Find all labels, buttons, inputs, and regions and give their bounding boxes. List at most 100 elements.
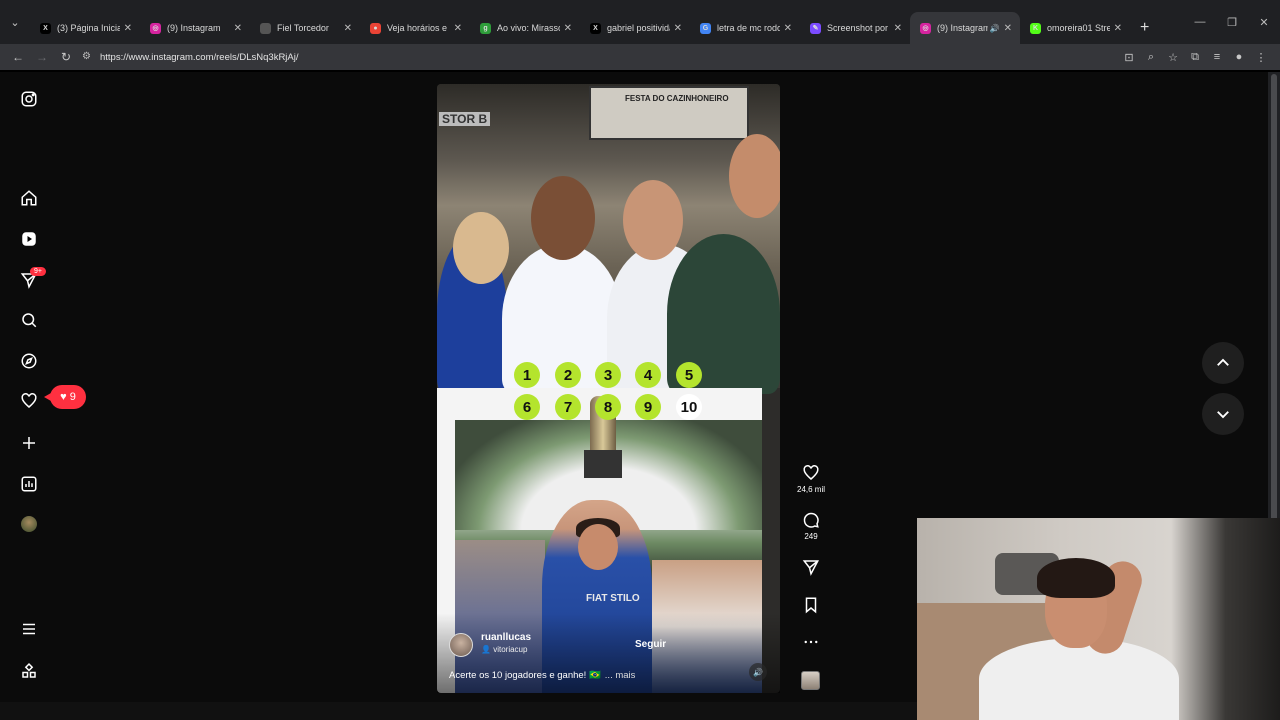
speaker-icon[interactable]: 🔊 xyxy=(749,663,767,681)
webcam-overlay xyxy=(917,518,1280,720)
previous-reel-button[interactable] xyxy=(1202,342,1244,384)
collaborator-row[interactable]: 👤 vitoriacup xyxy=(481,645,527,654)
restore-button[interactable]: ❐ xyxy=(1216,16,1248,29)
save-action[interactable] xyxy=(800,596,822,614)
extensions-icon[interactable]: ⧉ xyxy=(1184,51,1206,64)
tab-close-icon[interactable]: ✕ xyxy=(1114,23,1122,34)
girl-right-head xyxy=(623,180,683,260)
browser-tab[interactable]: ● Veja horários e lo ✕ xyxy=(360,12,470,44)
bookmark-star-icon[interactable]: ☆ xyxy=(1162,51,1184,64)
follow-button[interactable]: Seguir xyxy=(635,639,666,650)
caption-more-link[interactable]: ... mais xyxy=(605,670,636,681)
browser-tab[interactable]: Gletra de mc rodol ✕ xyxy=(690,12,800,44)
browser-tab[interactable]: ✎ Screenshot por Li ✕ xyxy=(800,12,910,44)
tab-favicon-icon: X xyxy=(590,22,601,34)
search-icon[interactable] xyxy=(19,310,39,330)
tab-close-icon[interactable]: ✕ xyxy=(564,23,572,34)
profile-icon[interactable]: ● xyxy=(1228,51,1250,63)
minimize-button[interactable]: — xyxy=(1184,16,1216,28)
player-head xyxy=(578,524,618,570)
forward-button[interactable]: → xyxy=(30,50,54,64)
browser-menu-icon[interactable]: ⋮ xyxy=(1250,51,1272,64)
browser-tab[interactable]: Komoreira01 Strea ✕ xyxy=(1020,12,1130,44)
tab-close-icon[interactable]: ✕ xyxy=(234,23,242,34)
notifications-count: 9 xyxy=(69,391,76,403)
quiz-number-8: 8 xyxy=(595,394,621,420)
tab-close-icon[interactable]: ✕ xyxy=(344,23,352,34)
omnibox[interactable]: ⚙ https://www.instagram.com/reels/DLsNq3… xyxy=(82,44,299,70)
reels-icon[interactable] xyxy=(19,229,39,249)
direct-unread-badge: 9+ xyxy=(30,267,46,276)
more-dots-icon xyxy=(804,640,818,644)
like-action[interactable]: 24,6 mil xyxy=(797,464,825,494)
back-button[interactable]: ← xyxy=(6,50,30,64)
author-avatar[interactable] xyxy=(449,633,473,657)
quiz-number-10: 10 xyxy=(676,394,702,420)
home-icon[interactable] xyxy=(19,188,39,208)
tab-close-icon[interactable]: ✕ xyxy=(454,23,462,34)
webcam-person-hair xyxy=(1037,558,1115,598)
trophy-base xyxy=(584,450,622,478)
site-info-icon[interactable]: ⚙ xyxy=(82,51,94,63)
zoom-icon[interactable]: ⌕ xyxy=(1140,51,1162,64)
tab-title: Ao vivo: Mirassol xyxy=(497,23,560,33)
tab-close-icon[interactable]: ✕ xyxy=(124,23,132,34)
reload-button[interactable]: ↻ xyxy=(54,50,78,64)
dashboard-icon[interactable] xyxy=(19,474,39,494)
comment-icon xyxy=(803,512,819,528)
like-heart-icon xyxy=(803,465,819,480)
browser-tab[interactable]: ◎ (9) Instagram ✕ xyxy=(140,12,250,44)
banner-text: FESTA DO CAZINHONEIRO xyxy=(625,94,729,103)
quiz-number-9: 9 xyxy=(635,394,661,420)
browser-tab[interactable]: X (3) Página Inicial / ✕ xyxy=(30,12,140,44)
quiz-number-3: 3 xyxy=(595,362,621,388)
tab-search-menu[interactable]: ⌄ xyxy=(0,0,30,44)
notifications-heart-icon[interactable] xyxy=(19,391,39,411)
tab-favicon-icon: ◎ xyxy=(150,22,161,34)
profile-avatar[interactable] xyxy=(21,516,37,532)
next-reel-button[interactable] xyxy=(1202,393,1244,435)
browser-tab[interactable]: Xgabriel positivida ✕ xyxy=(580,12,690,44)
tab-close-icon[interactable]: ✕ xyxy=(894,23,902,34)
install-app-icon[interactable]: ⊡ xyxy=(1118,51,1140,64)
create-plus-icon[interactable] xyxy=(19,433,39,453)
tab-favicon-icon: K xyxy=(1030,22,1041,34)
quiz-number-1: 1 xyxy=(514,362,540,388)
tab-close-icon[interactable]: ✕ xyxy=(784,23,792,34)
instagram-logo-icon[interactable] xyxy=(19,89,39,109)
tab-favicon-icon: X xyxy=(40,22,51,34)
browser-tab[interactable]: g Ao vivo: Mirassol ✕ xyxy=(470,12,580,44)
tab-title: (9) Instagram xyxy=(937,23,988,33)
notifications-count-pill: ♥ 9 xyxy=(44,385,86,409)
more-menu-icon[interactable] xyxy=(19,619,39,639)
tab-favicon-icon: g xyxy=(480,22,491,34)
tab-audio-icon[interactable]: 🔊 xyxy=(990,24,1000,33)
close-window-button[interactable]: ✕ xyxy=(1248,16,1280,29)
shirt-sponsor-text: FIAT STILO xyxy=(586,593,640,604)
more-options-action[interactable] xyxy=(800,633,822,651)
quiz-number-5: 5 xyxy=(676,362,702,388)
browser-tab[interactable]: Fiel Torcedor ✕ xyxy=(250,12,360,44)
tab-close-icon[interactable]: ✕ xyxy=(1004,23,1012,34)
tab-title: (9) Instagram xyxy=(167,23,221,33)
tab-close-icon[interactable]: ✕ xyxy=(674,23,682,34)
tab-title: letra de mc rodol xyxy=(717,23,780,33)
url-text: https://www.instagram.com/reels/DLsNq3kR… xyxy=(100,51,299,63)
tab-title: Veja horários e lo xyxy=(387,23,450,33)
comment-count: 249 xyxy=(804,532,818,541)
comment-action[interactable]: 249 xyxy=(800,511,822,541)
media-control-icon[interactable]: ≡ xyxy=(1206,51,1228,63)
window-controls: — ❐ ✕ xyxy=(1184,0,1280,44)
explore-icon[interactable] xyxy=(19,351,39,371)
share-action[interactable] xyxy=(800,558,822,576)
address-toolbar: ← → ↻ ⚙ https://www.instagram.com/reels/… xyxy=(0,44,1280,70)
audio-thumbnail[interactable] xyxy=(801,671,820,690)
browser-tools: ⊡ ⌕ ☆ ⧉ ≡ ● ⋮ xyxy=(1118,44,1272,70)
also-from-meta-icon[interactable] xyxy=(19,661,39,681)
author-username[interactable]: ruanllucas xyxy=(481,632,531,643)
caption[interactable]: Acerte os 10 jogadores e ganhe! 🇧🇷 ... ma… xyxy=(449,670,635,681)
woman-left-head xyxy=(453,212,509,284)
browser-tab[interactable]: ◎ (9) Instagram 🔊 ✕ xyxy=(910,12,1020,44)
new-tab-button[interactable]: + xyxy=(1140,19,1149,37)
reporter-head xyxy=(729,134,780,218)
